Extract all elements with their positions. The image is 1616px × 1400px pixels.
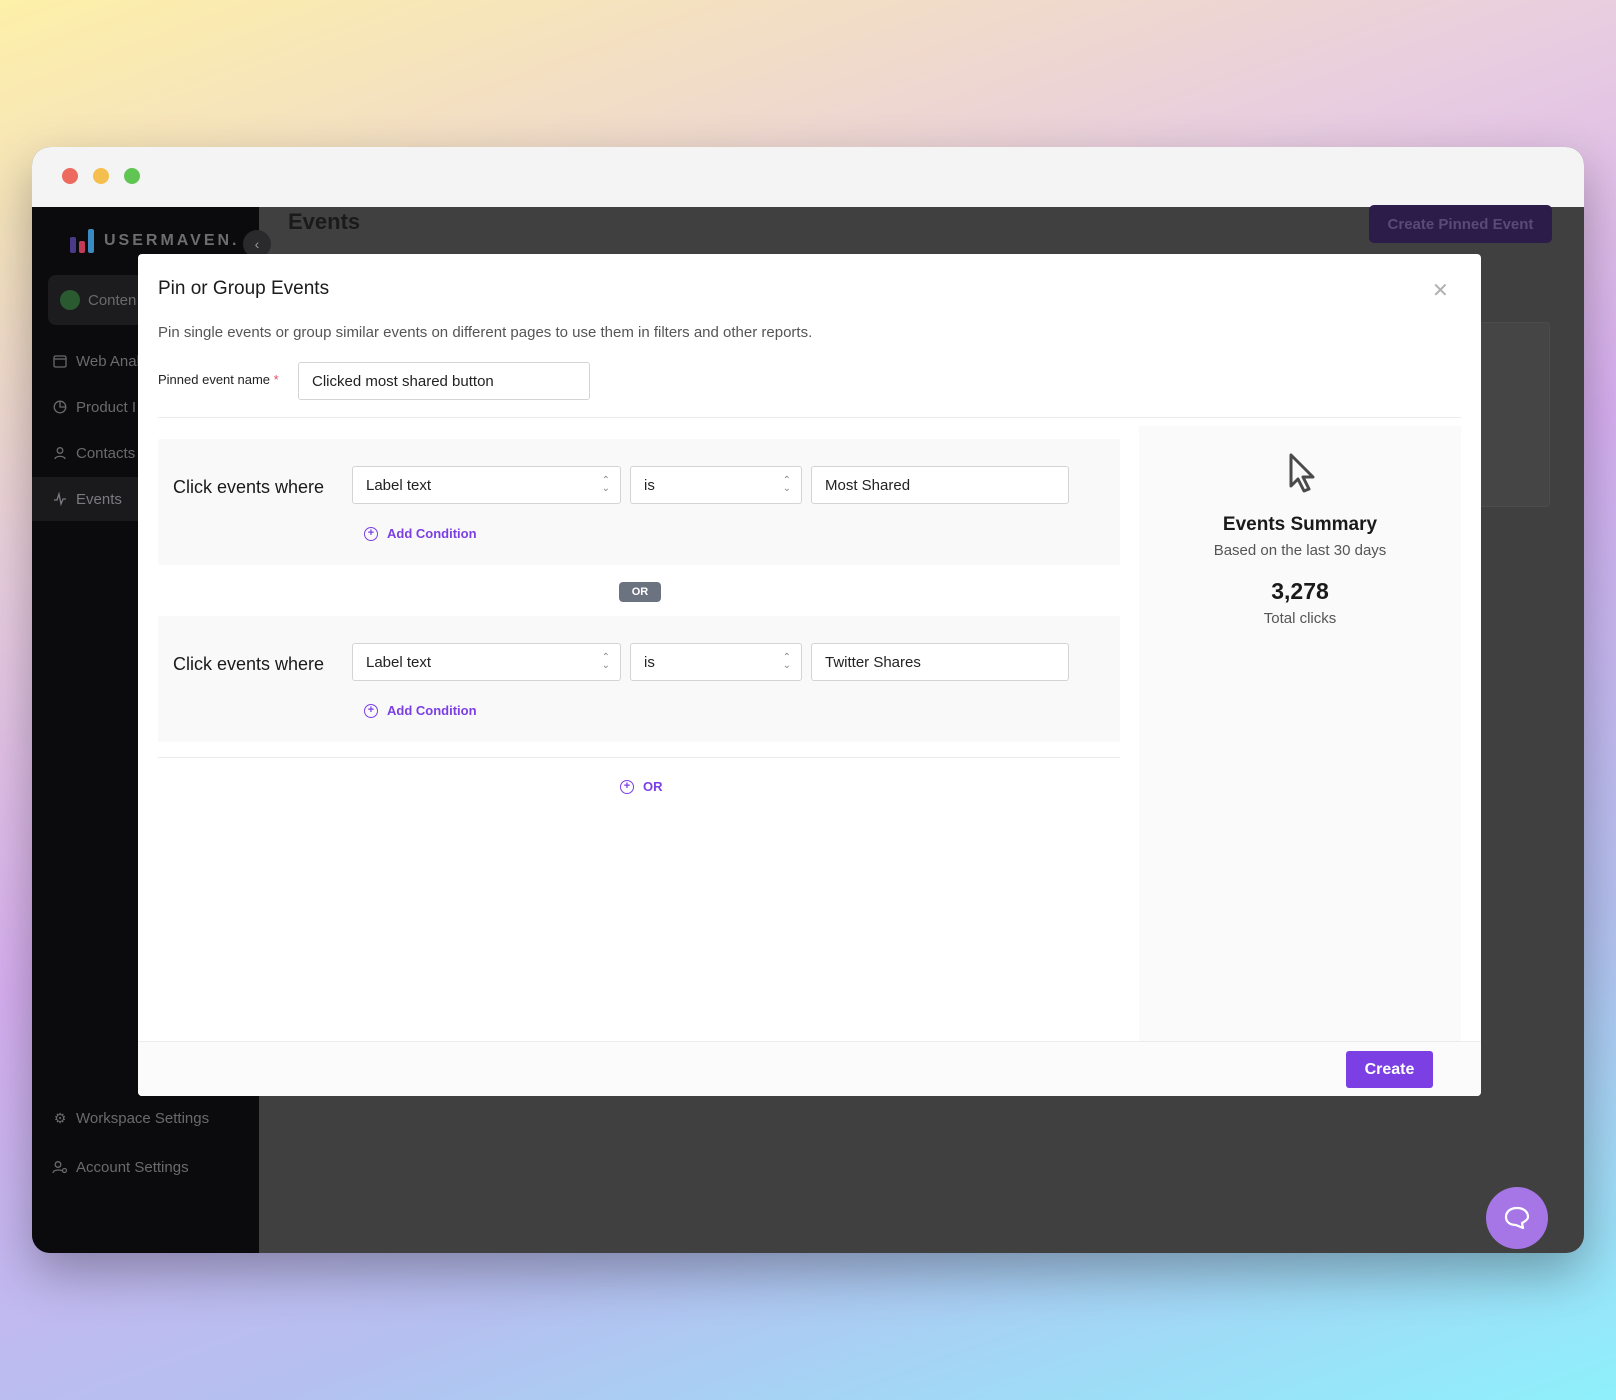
- sort-arrows-icon: ⌃ ⌄: [601, 652, 610, 671]
- or-badge: OR: [619, 582, 661, 602]
- chat-icon: [1504, 1206, 1530, 1230]
- page-title: Events: [288, 209, 361, 234]
- plus-circle-icon: +: [620, 779, 634, 794]
- divider: [158, 757, 1120, 758]
- calendar-icon: [52, 353, 68, 369]
- app-window: USERMAVEN. ‹ Conten Web Anal Product I C…: [32, 147, 1584, 1253]
- input-value: Most Shared: [825, 476, 911, 494]
- add-condition-button[interactable]: + Add Condition: [364, 703, 477, 718]
- sort-arrows-icon: ⌃ ⌄: [782, 475, 791, 494]
- value-input[interactable]: Most Shared: [811, 466, 1069, 504]
- sidebar-item-label: Events: [76, 490, 122, 508]
- sidebar-item-label: Workspace Settings: [76, 1109, 210, 1127]
- group-label: Click events where: [173, 477, 325, 497]
- workspace-name: Conten: [88, 291, 137, 309]
- select-value: Label text: [366, 476, 432, 494]
- total-clicks-value: 3,278: [1271, 578, 1329, 604]
- create-pinned-event-button[interactable]: Create Pinned Event: [1369, 205, 1552, 243]
- modal-description: Pin single events or group similar event…: [158, 324, 813, 341]
- select-value: is: [644, 476, 655, 494]
- plus-circle-icon: +: [364, 703, 378, 718]
- events-summary-panel: Events Summary Based on the last 30 days…: [1139, 426, 1461, 1041]
- select-value: is: [644, 653, 655, 671]
- sidebar-item-workspace-settings[interactable]: ⚙ Workspace Settings: [32, 1096, 259, 1140]
- logo-icon: [70, 229, 94, 253]
- button-label: Add Condition: [387, 526, 477, 541]
- total-clicks-label: Total clicks: [1263, 610, 1337, 627]
- divider: [158, 417, 1461, 418]
- pin-events-modal: Pin or Group Events ✕ Pin single events …: [138, 254, 1481, 1096]
- add-condition-button[interactable]: + Add Condition: [364, 526, 477, 541]
- sidebar-item-label: Web Anal: [76, 352, 140, 370]
- required-mark: *: [273, 372, 279, 387]
- label-text: Pinned event name: [158, 372, 271, 387]
- button-label: OR: [643, 779, 663, 794]
- pie-chart-icon: [52, 399, 68, 415]
- workspace-avatar: [60, 290, 80, 310]
- brand-name: USERMAVEN.: [104, 232, 240, 249]
- activity-icon: [52, 491, 68, 507]
- summary-subtitle: Based on the last 30 days: [1213, 542, 1387, 559]
- operator-select[interactable]: is ⌃ ⌄: [630, 466, 802, 504]
- close-window-button[interactable]: [62, 168, 78, 184]
- gear-icon: ⚙: [53, 1109, 67, 1126]
- chevron-left-icon: ‹: [254, 236, 260, 252]
- maximize-window-button[interactable]: [124, 168, 140, 184]
- sidebar-item-account-settings[interactable]: Account Settings: [32, 1145, 259, 1189]
- condition-group: Click events where Label text ⌃ ⌄ is ⌃ ⌄ T…: [158, 616, 1120, 742]
- select-value: Label text: [366, 653, 432, 671]
- brand-logo[interactable]: USERMAVEN.: [70, 229, 240, 253]
- user-icon: [52, 445, 68, 461]
- sidebar-item-label: Contacts: [76, 444, 136, 462]
- pinned-event-name-label: Pinned event name *: [158, 372, 279, 387]
- sidebar-item-label: Product I: [76, 398, 137, 416]
- group-label: Click events where: [173, 654, 325, 674]
- field-select[interactable]: Label text ⌃ ⌄: [352, 466, 621, 504]
- modal-title: Pin or Group Events: [158, 278, 330, 299]
- modal-footer: Create: [138, 1041, 1481, 1096]
- value-input[interactable]: Twitter Shares: [811, 643, 1069, 681]
- minimize-window-button[interactable]: [93, 168, 109, 184]
- sort-arrows-icon: ⌃ ⌄: [601, 475, 610, 494]
- sort-arrows-icon: ⌃ ⌄: [782, 652, 791, 671]
- field-select[interactable]: Label text ⌃ ⌄: [352, 643, 621, 681]
- user-settings-icon: [52, 1159, 68, 1175]
- operator-select[interactable]: is ⌃ ⌄: [630, 643, 802, 681]
- input-value: Twitter Shares: [825, 653, 921, 671]
- plus-circle-icon: +: [364, 526, 378, 541]
- button-label: Add Condition: [387, 703, 477, 718]
- window-titlebar: [32, 147, 1584, 207]
- add-or-group-button[interactable]: + OR: [620, 779, 663, 794]
- summary-title: Events Summary: [1222, 514, 1378, 535]
- close-icon[interactable]: ✕: [1432, 278, 1449, 303]
- sidebar-item-label: Account Settings: [76, 1158, 189, 1176]
- pinned-event-name-input[interactable]: [298, 362, 590, 400]
- condition-group: Click events where Label text ⌃ ⌄ is ⌃ ⌄ M…: [158, 439, 1120, 565]
- create-button[interactable]: Create: [1346, 1051, 1433, 1088]
- cursor-icon: [1289, 453, 1315, 493]
- chat-launcher-button[interactable]: [1486, 1187, 1548, 1249]
